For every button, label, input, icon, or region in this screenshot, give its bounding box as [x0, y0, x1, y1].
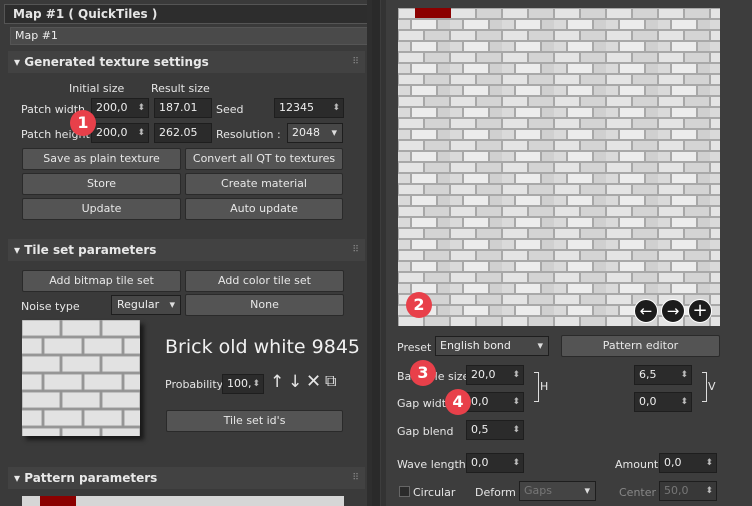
tileset-thumbnail[interactable]	[22, 320, 140, 436]
move-down-icon[interactable]: ↓	[288, 372, 302, 392]
drag-handle-icon[interactable]: ⠿	[352, 467, 359, 489]
deform-dropdown[interactable]: Gaps	[519, 481, 596, 501]
gap-blend-input[interactable]: 0,5	[466, 420, 524, 440]
add-color-tileset-button[interactable]: Add color tile set	[185, 270, 344, 292]
window-titlebar: Map #1 ( QuickTiles )	[4, 4, 370, 24]
deform-label: Deform	[475, 486, 516, 499]
red-brick	[40, 496, 76, 506]
gap-width-h-input[interactable]: 0,0	[466, 392, 524, 412]
collapse-icon: ▾	[14, 55, 21, 69]
patch-height-result: 262.05	[154, 123, 212, 143]
callout-badge-4: 4	[445, 389, 471, 415]
rollout-tileset-header[interactable]: ▾ Tile set parameters ⠿	[8, 239, 365, 261]
h-label: H	[540, 380, 549, 393]
callout-badge-1: 1	[70, 110, 96, 136]
wave-length-label: Wave length	[397, 458, 466, 471]
convert-all-button[interactable]: Convert all QT to textures	[185, 148, 343, 170]
seed-input[interactable]: 12345	[274, 98, 344, 118]
resolution-label: Resolution :	[216, 128, 281, 141]
callout-badge-2: 2	[406, 292, 432, 318]
wave-length-input[interactable]: 0,0	[466, 453, 524, 473]
initial-size-label: Initial size	[69, 82, 125, 95]
save-plain-texture-button[interactable]: Save as plain texture	[22, 148, 181, 170]
brick-thumbnail-image	[22, 320, 140, 436]
add-bitmap-tileset-button[interactable]: Add bitmap tile set	[22, 270, 181, 292]
panel-divider	[372, 0, 380, 506]
brick-texture-image	[398, 8, 720, 326]
circular-checkbox[interactable]	[399, 486, 410, 497]
h-bracket	[534, 372, 539, 402]
patch-width-result: 187.01	[154, 98, 212, 118]
tileset-name: Brick old white 9845	[165, 336, 361, 358]
amount-label: Amount	[615, 458, 659, 471]
gap-width-v-input[interactable]: 0,0	[634, 392, 692, 412]
pattern-editor-button[interactable]: Pattern editor	[561, 335, 720, 357]
collapse-icon: ▾	[14, 243, 21, 257]
circular-label: Circular	[413, 486, 456, 499]
rollout-pattern-title: Pattern parameters	[24, 471, 158, 485]
v-bracket	[702, 372, 707, 402]
create-material-button[interactable]: Create material	[185, 173, 343, 195]
copy-icon[interactable]: ⧉	[325, 371, 336, 391]
plus-icon[interactable]: +	[688, 299, 712, 323]
v-label: V	[708, 380, 716, 393]
rollout-pattern-header[interactable]: ▾ Pattern parameters ⠿	[8, 467, 365, 489]
base-tile-size-h-input[interactable]: 20,0	[466, 365, 524, 385]
delete-icon[interactable]: ✕	[306, 371, 321, 392]
tileset-ids-button[interactable]: Tile set id's	[166, 410, 343, 432]
result-size-label: Result size	[151, 82, 210, 95]
noise-type-label: Noise type	[21, 300, 80, 313]
auto-update-button[interactable]: Auto update	[185, 198, 343, 220]
patch-height-input[interactable]: 200,0	[91, 123, 149, 143]
rollout-generated-title: Generated texture settings	[24, 55, 209, 69]
window-title: Map #1 ( QuickTiles )	[13, 7, 158, 21]
base-tile-size-v-input[interactable]: 6,5	[634, 365, 692, 385]
noise-type-dropdown[interactable]: Regular	[111, 295, 181, 315]
probability-label: Probability	[165, 378, 224, 391]
callout-badge-3: 3	[410, 360, 436, 386]
pattern-preview-strip	[22, 496, 344, 506]
move-up-icon[interactable]: ↑	[270, 372, 284, 392]
preset-dropdown[interactable]: English bond	[435, 336, 549, 356]
left-panel: Map #1 ( QuickTiles ) Map #1 ▾ Generated…	[0, 0, 372, 506]
gap-blend-label: Gap blend	[397, 425, 454, 438]
center-label: Center	[619, 486, 657, 499]
drag-handle-icon[interactable]: ⠿	[352, 51, 359, 73]
none-button[interactable]: None	[185, 294, 344, 316]
amount-input[interactable]: 0,0	[659, 453, 717, 473]
center-input[interactable]: 50,0	[659, 481, 717, 501]
arrow-right-icon[interactable]: →	[661, 299, 685, 323]
right-panel: 2 ← → + Preset English bond Pattern edit…	[386, 0, 752, 506]
rollout-generated-header[interactable]: ▾ Generated texture settings ⠿	[8, 51, 365, 73]
rollout-tileset-title: Tile set parameters	[24, 243, 157, 257]
seed-label: Seed	[216, 103, 244, 116]
map-name-input[interactable]: Map #1	[10, 27, 368, 45]
texture-preview[interactable]	[398, 8, 720, 326]
probability-input[interactable]: 100,	[222, 374, 264, 394]
store-button[interactable]: Store	[22, 173, 181, 195]
drag-handle-icon[interactable]: ⠿	[352, 239, 359, 261]
patch-width-input[interactable]: 200,0	[91, 98, 149, 118]
update-button[interactable]: Update	[22, 198, 181, 220]
collapse-icon: ▾	[14, 471, 21, 485]
preset-label: Preset	[397, 341, 432, 354]
resolution-dropdown[interactable]: 2048	[287, 123, 343, 143]
arrow-left-icon[interactable]: ←	[634, 299, 658, 323]
